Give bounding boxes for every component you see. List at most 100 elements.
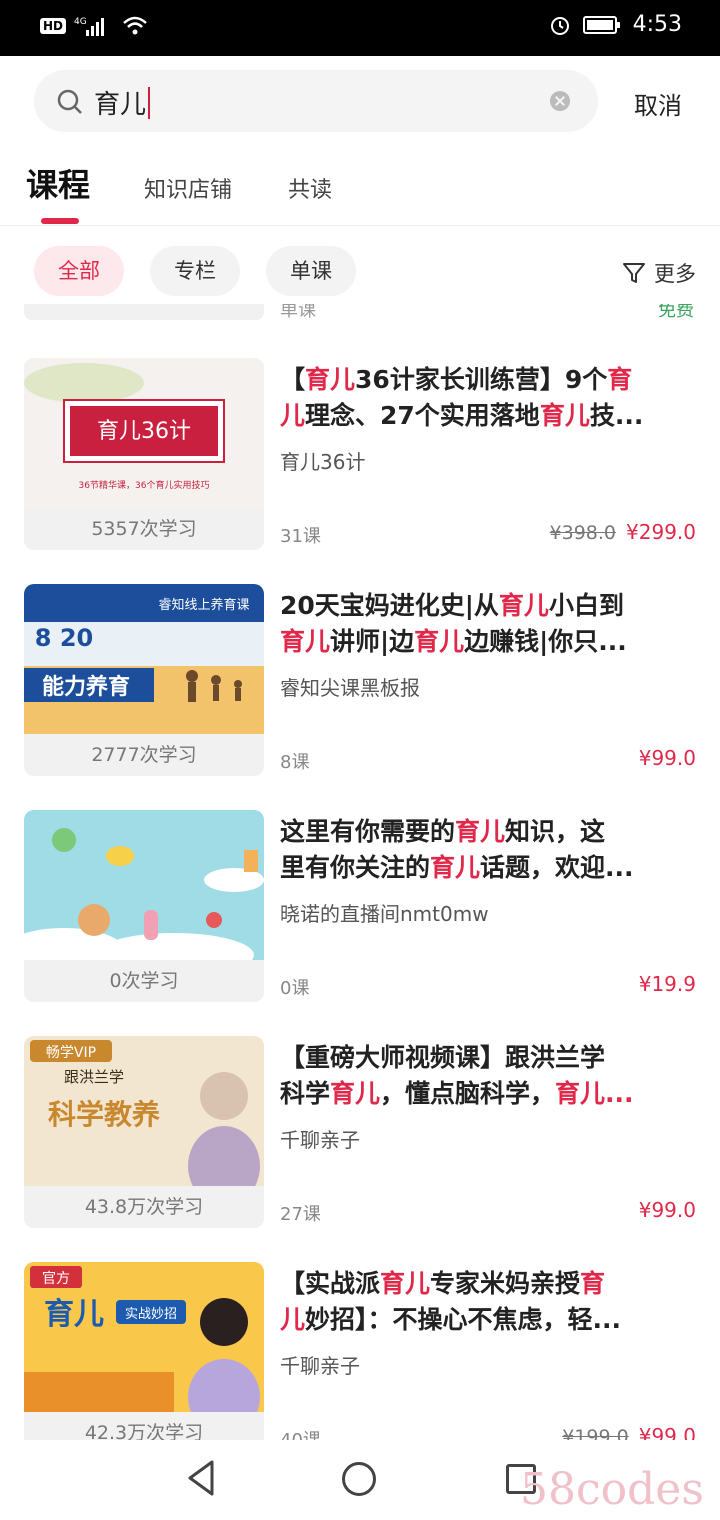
lesson-count: 8课 [280,752,310,773]
title-line-1: 这里有你需要的育儿知识，这 [280,817,606,846]
course-author: 千聊亲子 [280,1128,360,1152]
thumb-date: 8 20 [35,624,93,652]
course-title: 【育儿36计家长训练营】9个育 儿理念、27个实用落地育儿技... [280,362,700,434]
more-filter-button[interactable]: 更多 [622,258,696,288]
home-icon[interactable] [342,1462,376,1496]
signal-icon: 4G [74,17,105,36]
more-label: 更多 [654,262,696,286]
thumb-subcaption: 睿知线上养育课 [158,597,249,613]
thumbnail-image: 育儿36计 36节精华课，36个育儿实用技巧 [24,358,264,508]
course-thumbnail: 育儿36计 36节精华课，36个育儿实用技巧 5357次学习 [24,358,264,550]
current-price: ¥19.9 [638,972,696,996]
status-right: 4:53 [549,12,682,37]
battery-icon [582,15,620,34]
watermark: 58codes [520,1464,704,1515]
clear-icon[interactable] [550,91,570,111]
filter-chip-column[interactable]: 专栏 [150,246,240,296]
title-line-2: 里有你关注的育儿话题，欢迎... [280,853,634,882]
course-title: 20天宝妈进化史|从育儿小白到 育儿讲师|边育儿边赚钱|你只... [280,588,700,660]
course-item[interactable]: 睿知线上养育课 8 20 能力养育 2777次学习 20天宝妈进化史|从育儿小白… [0,584,720,776]
partial-count: 单课 [280,304,316,321]
course-item[interactable]: 育儿36计 36节精华课，36个育儿实用技巧 5357次学习 【育儿36计家长训… [0,358,720,550]
text-caret [148,86,151,119]
course-title: 【重磅大师视频课】跟洪兰学 科学育儿，懂点脑科学，育儿... [280,1040,700,1112]
course-item[interactable]: 0次学习 这里有你需要的育儿知识，这 里有你关注的育儿话题，欢迎... 晓诺的直… [0,810,720,1002]
clock: 4:53 [632,12,682,37]
filter-icon [623,263,645,283]
thumbnail-image: 官方 育儿 实战妙招 [24,1262,264,1412]
thumb-caption: 能力养育 [42,674,130,700]
price-group: ¥99.0 [639,1198,696,1222]
search-icon [57,89,82,114]
search-input[interactable]: 育儿 [34,70,598,132]
thumbnail-image: 睿知线上养育课 8 20 能力养育 [24,584,264,734]
thumb-subcaption: 实战妙招 [125,1307,177,1322]
alarm-icon [550,16,569,35]
tab-courses[interactable]: 课程 [26,160,90,206]
course-title: 这里有你需要的育儿知识，这 里有你关注的育儿话题，欢迎... [280,814,700,886]
thumb-tag: 官方 [42,1271,70,1287]
study-count: 5357次学习 [24,508,264,550]
wifi-icon [123,16,147,35]
title-line-2: 科学育儿，懂点脑科学，育儿... [280,1079,634,1108]
price-group: ¥398.0 ¥299.0 [550,520,696,544]
course-thumbnail: 0次学习 [24,810,264,1002]
thumbnail-image: 畅学VIP 跟洪兰学 科学教养 [24,1036,264,1186]
title-line-1: 20天宝妈进化史|从育儿小白到 [280,591,624,620]
thumb-subcaption: 36节精华课，36个育儿实用技巧 [79,479,210,491]
lesson-count: 31课 [280,526,321,547]
course-item[interactable]: 畅学VIP 跟洪兰学 科学教养 43.8万次学习 【重磅大师视频课】跟洪兰学 科… [0,1036,720,1228]
tab-knowledge-shop[interactable]: 知识店铺 [144,172,232,204]
search-query: 育儿 [94,90,147,120]
course-thumbnail: 官方 育儿 实战妙招 42.3万次学习 [24,1262,264,1454]
study-count: 2777次学习 [24,734,264,776]
tab-indicator [41,218,79,224]
original-price: ¥398.0 [549,522,617,544]
title-line-2: 育儿讲师|边育儿边赚钱|你只... [280,627,627,656]
search-query-wrap: 育儿 [94,84,151,121]
study-count: 0次学习 [24,960,264,1002]
price-group: ¥19.9 [639,972,696,996]
lesson-count: 0课 [280,978,310,999]
status-bar: HD 4G 4:53 [0,0,720,56]
filter-chip-single[interactable]: 单课 [266,246,356,296]
lesson-count: 27课 [280,1204,321,1225]
svg-text:4G: 4G [74,17,87,27]
thumb-caption: 科学教养 [48,1098,160,1131]
thumbnail-image [24,810,264,960]
course-thumbnail: 睿知线上养育课 8 20 能力养育 2777次学习 [24,584,264,776]
title-line-2: 儿妙招】：不操心不焦虑，轻... [280,1305,622,1334]
current-price: ¥299.0 [626,520,696,544]
status-left: HD 4G [40,14,148,38]
title-line-1: 【重磅大师视频课】跟洪兰学 [280,1043,606,1072]
price-group: ¥99.0 [639,746,696,770]
current-price: ¥99.0 [638,746,696,770]
title-line-1: 【实战派育儿专家米妈亲授育 [280,1269,606,1298]
title-line-1: 【育儿36计家长训练营】9个育 [280,365,633,394]
cancel-button[interactable]: 取消 [634,86,682,121]
course-author: 晓诺的直播间nmt0mw [280,902,489,926]
filter-chip-all[interactable]: 全部 [34,246,124,296]
tab-coread[interactable]: 共读 [288,172,332,204]
hd-indicator: HD [40,18,67,34]
current-price: ¥99.0 [638,1198,696,1222]
partial-list-item: 单课 免费 [0,304,720,324]
study-count: 43.8万次学习 [24,1186,264,1228]
thumb-subcaption: 跟洪兰学 [64,1068,124,1086]
search-row: 育儿 取消 [0,56,720,148]
partial-thumbnail [24,304,264,320]
course-author: 睿知尖课黑板报 [280,676,420,700]
course-thumbnail: 畅学VIP 跟洪兰学 科学教养 43.8万次学习 [24,1036,264,1228]
course-author: 育儿36计 [280,450,366,474]
thumb-caption: 育儿36计 [97,419,191,444]
partial-price: 免费 [658,304,694,321]
thumb-tag: 畅学VIP [46,1045,96,1061]
course-author: 千聊亲子 [280,1354,360,1378]
thumb-caption: 育儿 [44,1297,104,1332]
course-title: 【实战派育儿专家米妈亲授育 儿妙招】：不操心不焦虑，轻... [280,1266,700,1338]
category-tabs: 课程 知识店铺 共读 [0,148,720,226]
title-line-2: 儿理念、27个实用落地育儿技... [280,401,644,430]
filter-bar: 全部 专栏 单课 更多 [0,226,720,312]
back-icon[interactable] [186,1460,216,1496]
course-item[interactable]: 官方 育儿 实战妙招 42.3万次学习 【实战派育儿专家米妈亲授育 儿妙招】：不… [0,1262,720,1454]
